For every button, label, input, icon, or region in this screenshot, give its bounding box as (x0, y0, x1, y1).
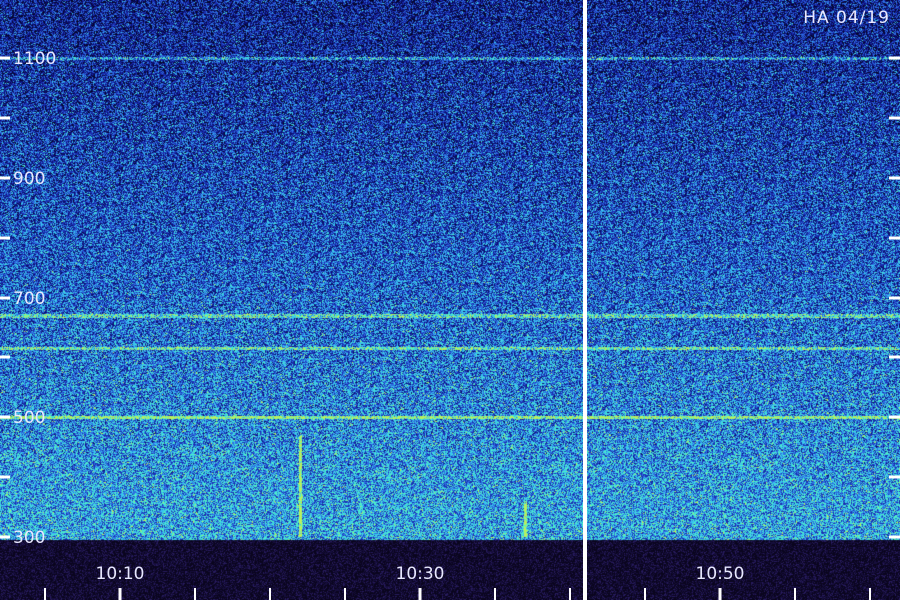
y-axis-left: 300 500 700 900 1100 (0, 49, 56, 548)
station-label: HA 04/19 (803, 8, 890, 28)
y-tick-label: 1100 (13, 49, 56, 69)
chart-overlay: 300 500 700 900 1100 10:10 10:30 10:50 HA 04/1… (0, 0, 900, 600)
x-tick-label: 10:30 (396, 564, 445, 584)
y-tick-label: 300 (13, 528, 45, 548)
y-tick-label: 500 (13, 408, 45, 428)
x-axis: 10:10 10:30 10:50 (44, 564, 871, 600)
x-tick-label: 10:50 (696, 564, 745, 584)
y-tick-label: 700 (13, 289, 45, 309)
x-tick-label: 10:10 (96, 564, 145, 584)
y-tick-label: 900 (13, 169, 45, 189)
y-axis-right (889, 56, 900, 539)
